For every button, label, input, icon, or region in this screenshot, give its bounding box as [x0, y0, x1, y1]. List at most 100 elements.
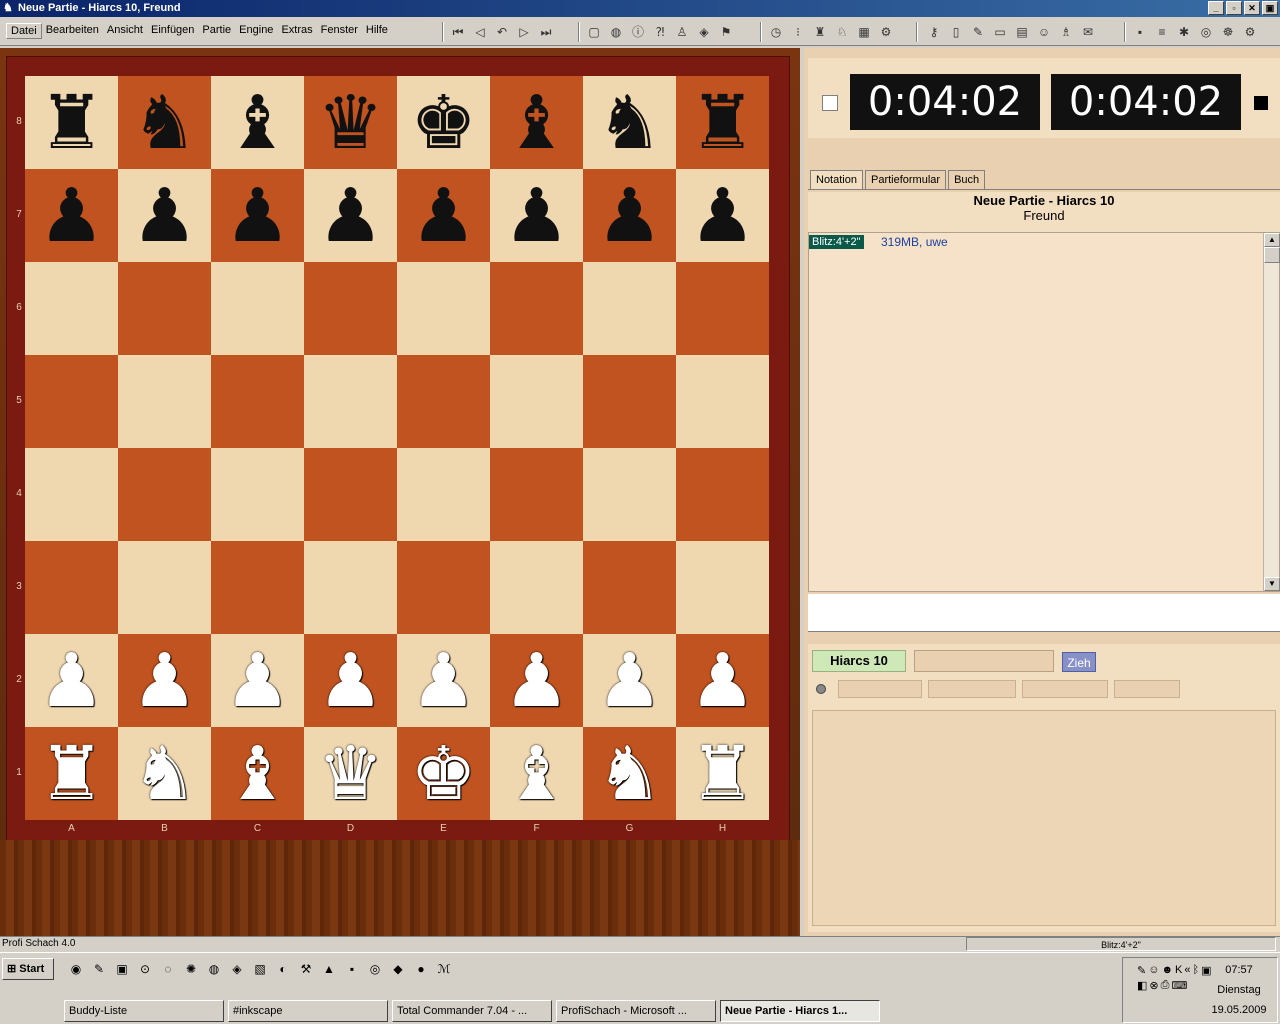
- printer-icon[interactable]: ⎙: [1161, 979, 1170, 992]
- move-now-button[interactable]: Zieh: [1062, 652, 1096, 672]
- firefox-icon[interactable]: ◐: [273, 959, 293, 979]
- square-g8[interactable]: ♞: [583, 76, 676, 169]
- square-e1[interactable]: ♚: [397, 727, 490, 820]
- square-g6[interactable]: [583, 262, 676, 355]
- black-pawn-icon[interactable]: ♟: [503, 179, 569, 253]
- folder-icon[interactable]: ▣: [112, 959, 132, 979]
- square-d5[interactable]: [304, 355, 397, 448]
- square-c4[interactable]: [211, 448, 304, 541]
- tab-partieformular[interactable]: Partieformular: [864, 170, 947, 189]
- white-pawn-icon[interactable]: ♟: [410, 644, 476, 718]
- menu-partie[interactable]: Partie: [198, 23, 235, 39]
- square-c3[interactable]: [211, 541, 304, 634]
- take-back-icon[interactable]: ↶: [492, 23, 512, 41]
- square-b3[interactable]: [118, 541, 211, 634]
- scroll-down-icon[interactable]: ▼: [1264, 577, 1280, 591]
- square-a7[interactable]: ♟: [25, 169, 118, 262]
- expand-icon[interactable]: «: [1184, 964, 1190, 977]
- comment-field[interactable]: [808, 594, 1280, 632]
- disk-icon[interactable]: ◎: [365, 959, 385, 979]
- board-icon[interactable]: ▦: [854, 23, 874, 41]
- square-f7[interactable]: ♟: [490, 169, 583, 262]
- first-move-icon[interactable]: ⏮: [448, 23, 468, 41]
- figure-icon[interactable]: ♙: [672, 23, 692, 41]
- square-g3[interactable]: [583, 541, 676, 634]
- menu-ansicht[interactable]: Ansicht: [103, 23, 147, 39]
- white-queen-icon[interactable]: ♛: [317, 737, 383, 811]
- write-icon[interactable]: ✎: [968, 23, 988, 41]
- last-move-icon[interactable]: ⏭: [536, 23, 556, 41]
- white-knight-icon[interactable]: ♞: [596, 737, 662, 811]
- black-pawn-icon[interactable]: ♟: [410, 179, 476, 253]
- square-d1[interactable]: ♛: [304, 727, 397, 820]
- notation-scrollbar[interactable]: ▲ ▼: [1263, 233, 1280, 591]
- keyboard-icon[interactable]: ⌨: [1171, 979, 1187, 992]
- square-h2[interactable]: ♟: [676, 634, 769, 727]
- square-b4[interactable]: [118, 448, 211, 541]
- engine-icon[interactable]: ⚙: [876, 23, 896, 41]
- square-b6[interactable]: [118, 262, 211, 355]
- grid-icon[interactable]: ▤: [1012, 23, 1032, 41]
- square-b8[interactable]: ♞: [118, 76, 211, 169]
- new-game-icon[interactable]: ▢: [584, 23, 604, 41]
- square-e6[interactable]: [397, 262, 490, 355]
- shield-icon[interactable]: ◈: [694, 23, 714, 41]
- black-bishop-icon[interactable]: ♝: [503, 86, 569, 160]
- square-c6[interactable]: [211, 262, 304, 355]
- black-king-icon[interactable]: ♚: [410, 86, 476, 160]
- square-b1[interactable]: ♞: [118, 727, 211, 820]
- black-rook-icon[interactable]: ♜: [38, 86, 104, 160]
- square-a8[interactable]: ♜: [25, 76, 118, 169]
- square-a3[interactable]: [25, 541, 118, 634]
- square-f6[interactable]: [490, 262, 583, 355]
- tab-notation[interactable]: Notation: [810, 170, 863, 189]
- bluetooth-icon[interactable]: ᛒ: [1193, 964, 1200, 977]
- square-a1[interactable]: ♜: [25, 727, 118, 820]
- close-button[interactable]: ✕: [1244, 1, 1260, 15]
- save-icon[interactable]: ▪: [1130, 23, 1150, 41]
- white-king-icon[interactable]: ♚: [410, 737, 476, 811]
- white-rook-icon[interactable]: ♜: [689, 737, 755, 811]
- square-h5[interactable]: [676, 355, 769, 448]
- user-icon[interactable]: ☺: [1034, 23, 1054, 41]
- task-total-commander[interactable]: Total Commander 7.04 - ...: [392, 1000, 552, 1022]
- square-a2[interactable]: ♟: [25, 634, 118, 727]
- black-bishop-icon[interactable]: ♝: [224, 86, 290, 160]
- tab-buch[interactable]: Buch: [948, 170, 986, 189]
- square-h3[interactable]: [676, 541, 769, 634]
- square-e4[interactable]: [397, 448, 490, 541]
- square-d2[interactable]: ♟: [304, 634, 397, 727]
- task-neue-partie[interactable]: Neue Partie - Hiarcs 1...: [720, 1000, 880, 1022]
- task-profischach[interactable]: ProfiSchach - Microsoft ...: [556, 1000, 716, 1022]
- notation-list[interactable]: Blitz:4'+2" 319MB, uwe ▲ ▼: [808, 232, 1280, 592]
- white-bishop-icon[interactable]: ♝: [224, 737, 290, 811]
- white-pawn-icon[interactable]: ♟: [689, 644, 755, 718]
- square-f5[interactable]: [490, 355, 583, 448]
- square-h8[interactable]: ♜: [676, 76, 769, 169]
- white-rook-icon[interactable]: ♜: [38, 737, 104, 811]
- square-c5[interactable]: [211, 355, 304, 448]
- black-pawn-icon[interactable]: ♟: [38, 179, 104, 253]
- white-pawn-icon[interactable]: ♟: [503, 644, 569, 718]
- white-pawn-icon[interactable]: ♟: [38, 644, 104, 718]
- square-f2[interactable]: ♟: [490, 634, 583, 727]
- square-f8[interactable]: ♝: [490, 76, 583, 169]
- prev-move-icon[interactable]: ◁: [470, 23, 490, 41]
- star-icon[interactable]: ✺: [181, 959, 201, 979]
- gear-icon[interactable]: ☸: [1218, 23, 1238, 41]
- square-g5[interactable]: [583, 355, 676, 448]
- maximize-button[interactable]: ▫: [1226, 1, 1242, 15]
- square-h4[interactable]: [676, 448, 769, 541]
- info-icon[interactable]: ⓘ: [628, 23, 648, 41]
- square-e7[interactable]: ♟: [397, 169, 490, 262]
- square-g2[interactable]: ♟: [583, 634, 676, 727]
- square-a6[interactable]: [25, 262, 118, 355]
- square-g4[interactable]: [583, 448, 676, 541]
- square-a4[interactable]: [25, 448, 118, 541]
- scroll-thumb[interactable]: [1264, 247, 1280, 263]
- minimize-button[interactable]: _: [1208, 1, 1224, 15]
- browser-icon[interactable]: ◉: [66, 959, 86, 979]
- person-icon[interactable]: ♗: [1056, 23, 1076, 41]
- square-g1[interactable]: ♞: [583, 727, 676, 820]
- square-e2[interactable]: ♟: [397, 634, 490, 727]
